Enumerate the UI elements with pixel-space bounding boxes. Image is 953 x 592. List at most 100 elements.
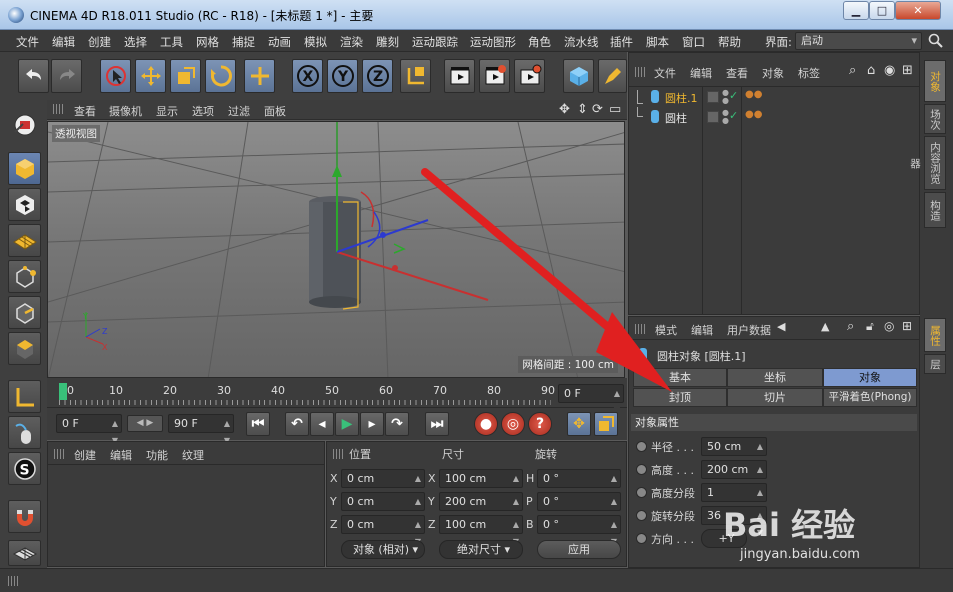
animate-height-segments-radio[interactable] — [636, 487, 647, 498]
viewport-menu-options[interactable]: 选项 — [192, 103, 214, 119]
render-toggle-icon[interactable] — [707, 111, 719, 123]
enable-axis-button[interactable] — [8, 380, 41, 413]
snap-button[interactable] — [8, 500, 41, 533]
animate-height-radio[interactable] — [636, 464, 647, 475]
tweak-mode-button[interactable] — [8, 416, 41, 449]
scale-tool-button[interactable] — [170, 59, 201, 93]
maximize-button[interactable]: □ — [869, 1, 895, 20]
b-rotation-field[interactable]: 0 °▲▼ — [537, 515, 621, 546]
object-menu-view[interactable]: 查看 — [726, 65, 748, 81]
render-toggle-icon[interactable] — [707, 91, 719, 103]
viewport-menu-camera[interactable]: 摄像机 — [109, 103, 142, 119]
auto-keying-button[interactable]: ◎ — [501, 412, 525, 436]
tab-caps[interactable]: 封顶 — [633, 388, 727, 407]
drag-handle-icon[interactable] — [635, 67, 645, 77]
target-icon[interactable]: ◎ — [884, 319, 894, 333]
menu-render[interactable]: 渲染 — [340, 34, 363, 50]
make-editable-button[interactable] — [8, 108, 41, 141]
x-size-field[interactable]: 100 cm▲▼ — [439, 469, 523, 500]
x-axis-lock-button[interactable]: X — [292, 59, 323, 93]
material-menu-create[interactable]: 创建 — [74, 447, 96, 463]
render-settings-button[interactable] — [514, 59, 545, 93]
tab-object[interactable]: 对象 — [823, 368, 917, 387]
menu-pipeline[interactable]: 流水线 — [564, 34, 599, 50]
drag-handle-icon[interactable] — [8, 576, 18, 586]
object-row-cylinder[interactable]: 圆柱 ● ● ✓ ●● — [629, 107, 919, 127]
search-icon[interactable]: ⌕ — [847, 319, 854, 334]
minimize-button[interactable]: ▁ — [843, 1, 869, 20]
tab-structure[interactable]: 构造 — [924, 192, 946, 228]
points-mode-button[interactable] — [8, 260, 41, 293]
menu-mograph[interactable]: 运动图形 — [470, 34, 516, 50]
menu-script[interactable]: 脚本 — [646, 34, 669, 50]
solo-mode-button[interactable]: S — [8, 452, 41, 485]
previous-key-button[interactable]: ↶ — [285, 412, 309, 436]
drag-handle-icon[interactable] — [53, 104, 63, 114]
render-view-button[interactable] — [444, 59, 475, 93]
menu-tools[interactable]: 工具 — [160, 34, 183, 50]
current-frame-field[interactable]: 0 F▲▼ — [558, 384, 624, 415]
tab-phong[interactable]: 平滑着色(Phong) — [823, 388, 917, 407]
phong-tag-icon[interactable]: ●● — [745, 89, 762, 100]
object-menu-file[interactable]: 文件 — [654, 65, 676, 81]
tab-coordinates[interactable]: 坐标 — [727, 368, 823, 387]
search-icon[interactable] — [928, 33, 944, 49]
visibility-dots-icon[interactable]: ● ● — [722, 109, 729, 125]
workplane-mode-button[interactable] — [8, 224, 41, 257]
h-rotation-field[interactable]: 0 °▲▼ — [537, 469, 621, 500]
edges-mode-button[interactable] — [8, 296, 41, 329]
transform-tool-button[interactable] — [244, 59, 275, 93]
animate-rotation-segments-radio[interactable] — [636, 510, 647, 521]
tab-content-browser[interactable]: 内容浏览器 — [909, 136, 946, 190]
z-position-field[interactable]: 0 cm▲▼ — [341, 515, 425, 546]
material-menu-edit[interactable]: 编辑 — [110, 447, 132, 463]
viewport-menu-filter[interactable]: 过滤 — [228, 103, 250, 119]
pan-view-icon[interactable]: ✥ — [559, 102, 570, 117]
rotate-tool-button[interactable] — [205, 59, 236, 93]
close-button[interactable]: ✕ — [895, 1, 941, 20]
new-window-icon[interactable]: ⊞ — [902, 63, 913, 78]
object-name[interactable]: 圆柱.1 — [665, 90, 698, 106]
menu-create[interactable]: 创建 — [88, 34, 111, 50]
render-picture-viewer-button[interactable] — [479, 59, 510, 93]
z-axis-lock-button[interactable]: Z — [362, 59, 393, 93]
object-menu-objects[interactable]: 对象 — [762, 65, 784, 81]
size-mode-dropdown[interactable]: 绝对尺寸 ▾ — [439, 540, 523, 559]
coordinate-system-button[interactable] — [400, 59, 431, 93]
menu-window[interactable]: 窗口 — [682, 34, 705, 50]
perspective-viewport[interactable]: Y X Z 透视视图 网格间距 : 100 cm — [47, 121, 625, 378]
object-menu-tags[interactable]: 标签 — [798, 65, 820, 81]
menu-mesh[interactable]: 网格 — [196, 34, 219, 50]
next-frame-button[interactable]: ▸ — [360, 412, 384, 436]
model-mode-button[interactable] — [8, 152, 41, 185]
material-menu-texture[interactable]: 纹理 — [182, 447, 204, 463]
polygons-mode-button[interactable] — [8, 332, 41, 365]
home-icon[interactable]: ⌂ — [867, 63, 875, 78]
play-button[interactable]: ▶ — [335, 412, 359, 436]
keyframe-selection-button[interactable]: ? — [528, 412, 552, 436]
up-arrow-icon[interactable]: ▲ — [821, 320, 829, 333]
tab-slice[interactable]: 切片 — [727, 388, 823, 407]
z-size-field[interactable]: 100 cm▲▼ — [439, 515, 523, 546]
phong-tag-icon[interactable]: ●● — [745, 109, 762, 120]
search-icon[interactable]: ⌕ — [849, 63, 856, 78]
redo-button[interactable] — [51, 59, 82, 93]
start-frame-field[interactable]: 0 F▲▼ — [56, 414, 122, 445]
x-position-field[interactable]: 0 cm▲▼ — [341, 469, 425, 500]
menu-character[interactable]: 角色 — [528, 34, 551, 50]
end-frame-field[interactable]: 90 F▲▼ — [168, 414, 234, 445]
menu-file[interactable]: 文件 — [16, 34, 39, 50]
tab-basic[interactable]: 基本 — [633, 368, 727, 387]
go-to-start-button[interactable]: ⏮ — [246, 412, 270, 436]
menu-snap[interactable]: 捕捉 — [232, 34, 255, 50]
undo-button[interactable] — [18, 59, 49, 93]
drag-handle-icon[interactable] — [54, 449, 64, 459]
menu-plugins[interactable]: 插件 — [610, 34, 633, 50]
object-row-cylinder-1[interactable]: 圆柱.1 ● ● ✓ ●● — [629, 87, 919, 107]
tab-attributes[interactable]: 属性 — [924, 318, 946, 352]
lock-icon[interactable]: 🔓︎ — [866, 319, 874, 334]
attr-menu-edit[interactable]: 编辑 — [691, 322, 713, 338]
new-window-icon[interactable]: ⊞ — [902, 319, 912, 333]
record-position-button[interactable]: ✥ — [567, 412, 591, 436]
y-position-field[interactable]: 0 cm▲▼ — [341, 492, 425, 523]
